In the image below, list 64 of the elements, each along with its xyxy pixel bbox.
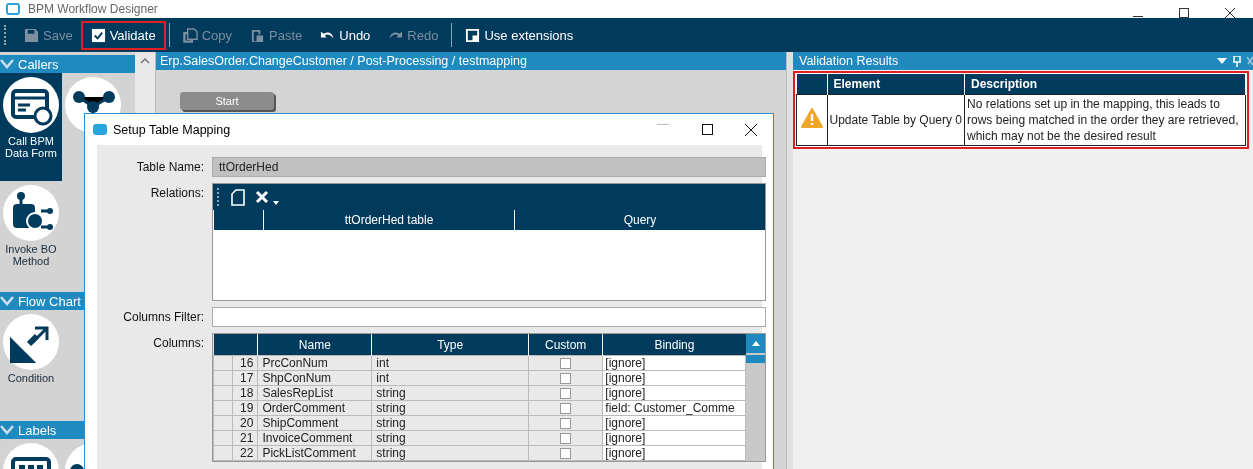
checkbox[interactable]	[560, 432, 572, 444]
breadcrumb: Erp.SalesOrder.ChangeCustomer / Post-Processing / testmapping	[156, 52, 786, 70]
chevron-icon	[0, 59, 14, 69]
checkbox-icon	[90, 27, 106, 43]
section-header[interactable]: Callers	[0, 55, 135, 73]
row-number: 16	[232, 355, 258, 371]
column-header[interactable]: Query	[514, 210, 765, 230]
pin-icon[interactable]	[1233, 55, 1241, 67]
column-header[interactable]: ttOrderHed table	[263, 210, 514, 230]
table-cell: Update Table by Query 0	[827, 94, 965, 146]
checkbox[interactable]	[560, 357, 572, 369]
column-header[interactable]: Description	[964, 74, 1246, 95]
column-header[interactable]: Type	[371, 334, 529, 356]
column-header[interactable]: Element	[827, 74, 965, 95]
scroll-up-icon[interactable]	[140, 57, 150, 65]
chevron-icon	[0, 296, 14, 306]
filter-field[interactable]	[212, 307, 766, 327]
palette-item[interactable]: Call BPM Data Form	[0, 73, 62, 181]
column-header[interactable]: Binding	[602, 334, 746, 356]
app-icon	[6, 3, 20, 15]
close-icon[interactable]	[1225, 8, 1235, 18]
arrows-icon	[3, 314, 59, 370]
field-label: Columns Filter:	[122, 309, 204, 326]
window-title: BPM Workflow Designer	[28, 2, 158, 16]
maximize-icon[interactable]	[701, 123, 713, 135]
column-header[interactable]: Name	[257, 334, 372, 356]
table-cell: [ignore]	[602, 355, 746, 371]
scroll-thumb[interactable]	[746, 355, 765, 363]
toolbar-button[interactable]: Undo	[312, 22, 379, 48]
checkbox[interactable]	[560, 402, 572, 414]
minimize-icon[interactable]	[1133, 16, 1143, 18]
table-cell: No relations set up in the mapping, this leads to rows being matched in the order they are retrieved, which may not be the desired result	[964, 94, 1246, 146]
robot-icon	[3, 185, 59, 241]
field-label: Columns:	[152, 335, 204, 352]
maximize-icon[interactable]	[1179, 8, 1189, 18]
field-label: Relations:	[149, 185, 204, 202]
new-icon[interactable]	[231, 188, 245, 206]
palette-item[interactable]: Condition	[0, 310, 62, 418]
app-icon	[93, 124, 107, 135]
dialog-title: Setup Table Mapping	[113, 122, 231, 137]
checkbox[interactable]	[560, 417, 572, 429]
scroll-up-icon[interactable]	[751, 341, 760, 346]
checkbox[interactable]	[560, 387, 572, 399]
toolbar-button[interactable]: Validate	[82, 22, 164, 48]
checkbox[interactable]	[560, 372, 572, 384]
checkbox[interactable]	[560, 447, 572, 459]
toolbar-button[interactable]: Use extensions	[457, 22, 582, 48]
table-cell: int	[371, 355, 529, 371]
close-icon[interactable]	[745, 123, 757, 136]
save-icon	[24, 27, 39, 43]
clipboard-icon	[250, 27, 265, 43]
chevron-icon	[0, 425, 14, 435]
table-cell: PrcConNum	[257, 355, 372, 371]
dropdown-icon[interactable]	[273, 201, 279, 205]
warning-icon	[800, 108, 823, 128]
field-label: Table Name:	[135, 159, 204, 176]
delete-icon[interactable]	[255, 190, 269, 204]
copy-icon	[182, 27, 198, 43]
window-icon	[465, 27, 481, 43]
form-icon	[3, 77, 59, 133]
table-name-field[interactable]: ttOrderHed	[212, 157, 766, 177]
column-header[interactable]: Custom	[528, 334, 603, 356]
palette-item[interactable]: Invoke BO Method	[0, 181, 62, 289]
panel-title: Validation Results	[799, 54, 899, 68]
